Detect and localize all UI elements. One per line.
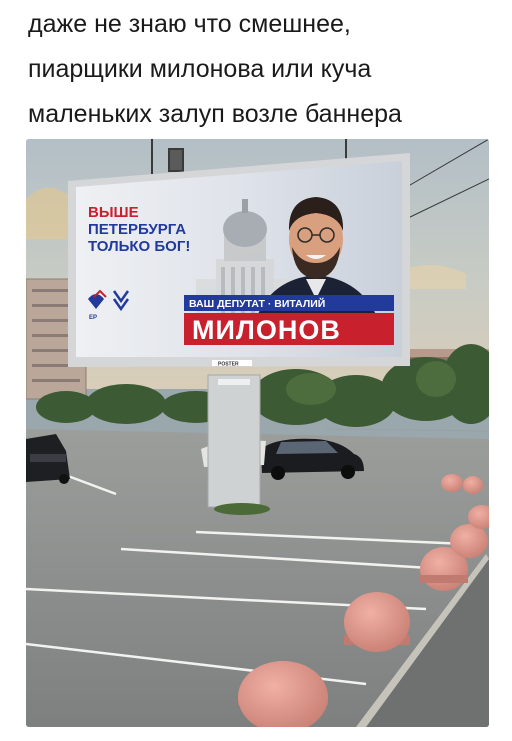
billboard-slogan-line-3: ТОЛЬКО БОГ! — [88, 238, 190, 255]
caption-line: маленьких залуп возле баннера — [28, 100, 402, 128]
billboard-post — [208, 375, 260, 507]
bollard — [463, 476, 483, 494]
billboard: ВЫШЕ ПЕТЕРБУРГА ТОЛЬКО БОГ! ЕР ВАШ ДЕПУТ… — [68, 153, 410, 368]
deputy-surname: МИЛОНОВ — [192, 315, 341, 345]
frame-label: POSTER — [218, 362, 239, 368]
post-caption: даже не знаю что смешнее, пиарщики милон… — [28, 2, 498, 137]
caption-line: пиарщики милонова или куча — [28, 55, 372, 83]
bollard — [441, 474, 463, 492]
street-photo: ВЫШЕ ПЕТЕРБУРГА ТОЛЬКО БОГ! ЕР ВАШ ДЕПУТ… — [26, 139, 489, 727]
bollard — [344, 592, 410, 652]
party-logo-label: ЕР — [89, 315, 97, 321]
caption-line: даже не знаю что смешнее, — [28, 10, 351, 38]
billboard-slogan-line-1: ВЫШЕ — [88, 204, 139, 221]
bollard — [450, 524, 488, 558]
meme-post: даже не знаю что смешнее, пиарщики милон… — [0, 0, 512, 741]
deputy-line: ВАШ ДЕПУТАТ · ВИТАЛИЙ — [189, 297, 325, 310]
billboard-slogan-line-2: ПЕТЕРБУРГА — [88, 221, 186, 238]
